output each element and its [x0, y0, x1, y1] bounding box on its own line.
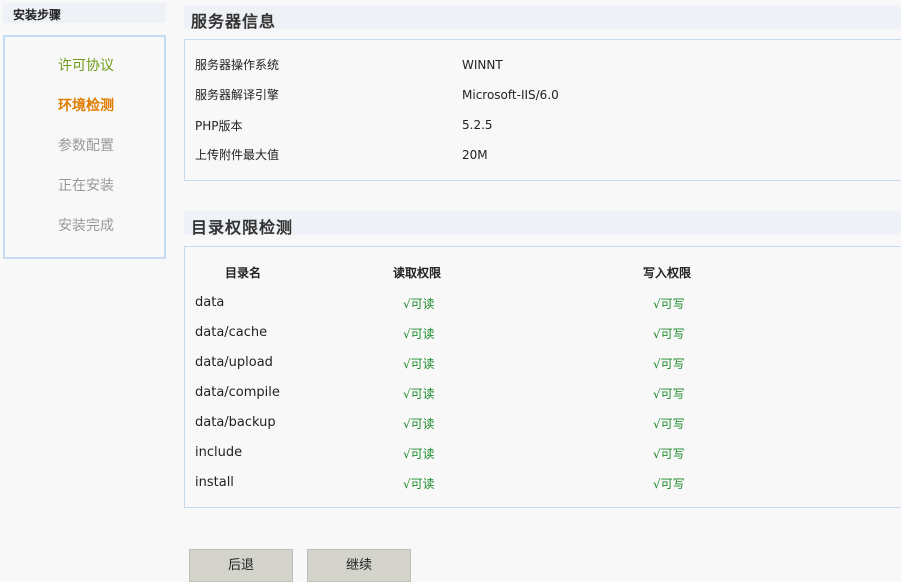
write-status: √可写 — [653, 387, 685, 401]
read-status: √可读 — [403, 327, 435, 341]
dir-check-panel: 目录名 读取权限 写入权限 data √可读 √可写 data/cache √可… — [184, 246, 901, 508]
info-value-upload-max: 20M — [462, 148, 488, 162]
write-status: √可写 — [653, 357, 685, 371]
col-header-write: 写入权限 — [643, 266, 692, 280]
col-header-dir-name: 目录名 — [225, 266, 262, 280]
step-environment-check: 环境检测 — [58, 98, 114, 114]
step-installing: 正在安装 — [58, 178, 114, 194]
table-row-dir: data/cache — [195, 325, 268, 340]
step-license: 许可协议 — [58, 58, 114, 74]
info-value-os: WINNT — [462, 58, 503, 72]
dir-check-header: 目录权限检测 — [184, 211, 901, 237]
read-status: √可读 — [403, 387, 435, 401]
server-info-header: 服务器信息 — [184, 5, 901, 31]
continue-button[interactable]: 继续 — [307, 549, 411, 582]
read-status: √可读 — [403, 417, 435, 431]
info-label-php: PHP版本 — [195, 119, 243, 133]
read-status: √可读 — [403, 447, 435, 461]
table-row-dir: include — [195, 445, 243, 460]
table-row-dir: data/backup — [195, 415, 276, 430]
write-status: √可写 — [653, 327, 685, 341]
step-complete: 安装完成 — [58, 218, 114, 234]
col-header-read: 读取权限 — [393, 266, 442, 280]
step-config: 参数配置 — [58, 138, 114, 154]
info-label-engine: 服务器解译引擎 — [195, 88, 280, 102]
sidebar-title: 安装步骤 — [13, 8, 62, 22]
table-row-dir: install — [195, 475, 234, 490]
table-row-dir: data — [195, 295, 225, 310]
read-status: √可读 — [403, 357, 435, 371]
server-info-title: 服务器信息 — [191, 12, 277, 31]
info-value-php: 5.2.5 — [462, 118, 493, 132]
back-button[interactable]: 后退 — [189, 549, 293, 582]
server-info-panel: 服务器操作系统 WINNT 服务器解译引擎 Microsoft-IIS/6.0 … — [184, 39, 901, 181]
write-status: √可写 — [653, 417, 685, 431]
read-status: √可读 — [403, 477, 435, 491]
dir-check-title: 目录权限检测 — [191, 218, 294, 237]
sidebar-header: 安装步骤 — [3, 3, 166, 23]
table-row-dir: data/upload — [195, 355, 273, 370]
info-label-upload-max: 上传附件最大值 — [195, 148, 280, 162]
write-status: √可写 — [653, 297, 685, 311]
read-status: √可读 — [403, 297, 435, 311]
write-status: √可写 — [653, 477, 685, 491]
write-status: √可写 — [653, 447, 685, 461]
table-row-dir: data/compile — [195, 385, 280, 400]
info-value-engine: Microsoft-IIS/6.0 — [462, 88, 559, 102]
install-steps-panel: 许可协议 环境检测 参数配置 正在安装 安装完成 — [3, 35, 166, 259]
info-label-os: 服务器操作系统 — [195, 58, 280, 72]
